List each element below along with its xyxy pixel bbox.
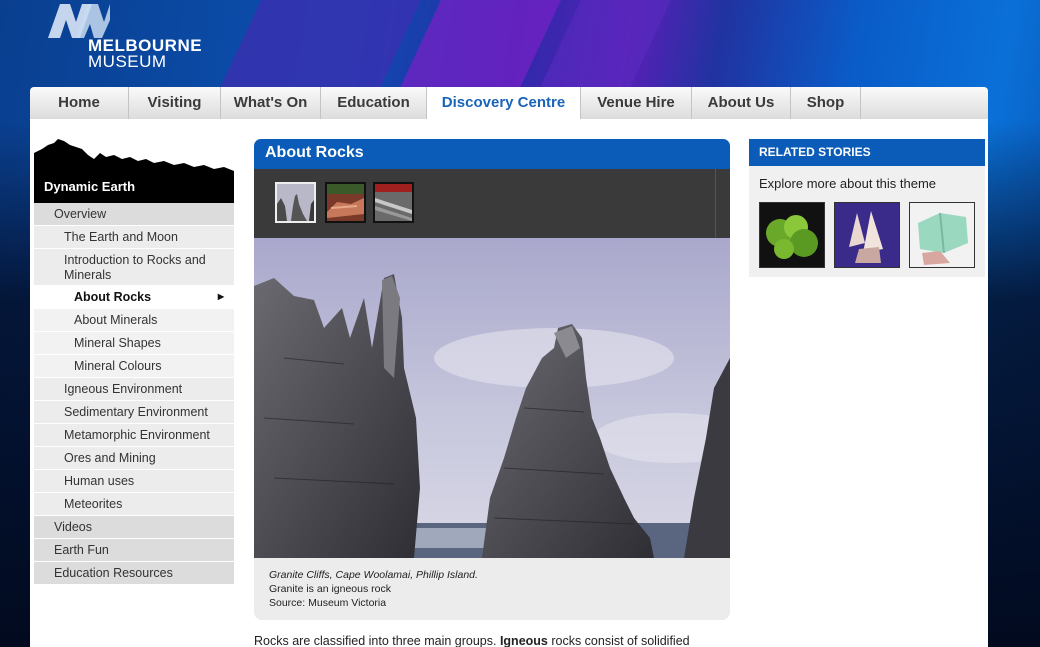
sidebar-item-earth-and-moon[interactable]: The Earth and Moon [34,226,234,249]
arrow-right-icon: ▶ [217,292,224,301]
caption-title: Granite Cliffs, Cape Woolamai, Phillip I… [269,569,478,581]
sidebar-item-metamorphic[interactable]: Metamorphic Environment [34,424,234,447]
sidebar-header: Dynamic Earth [34,139,234,203]
layered-rock-thumb-image [375,184,412,221]
melbourne-museum-logo[interactable]: MELBOURNE MUSEUM [46,0,216,72]
related-title-bold: RELATED [759,145,815,159]
fluorite-mineral-image [910,203,974,267]
related-title-rest: STORIES [814,145,871,159]
quartz-crystal-image [835,203,899,267]
page-content: Dynamic Earth Overview The Earth and Moo… [30,119,988,647]
nav-about-us[interactable]: About Us [692,87,791,119]
main-article: About Rocks Granite Cliffs, Cape Woolama… [254,139,730,647]
related-stories: RELATED STORIES Explore more about this … [749,139,985,277]
caption-description: Granite is an igneous rock [269,583,391,595]
body-text-start: Rocks are classified into three main gro… [254,634,500,647]
sidebar-item-earth-fun[interactable]: Earth Fun [34,539,234,562]
sidebar-item-education-resources[interactable]: Education Resources [34,562,234,585]
sidebar-item-label: Minerals [64,268,112,282]
sidebar-item-intro-rocks-minerals[interactable]: Introduction to Rocks and Minerals [34,249,234,286]
thumbnail-granite-cliffs[interactable] [275,182,316,223]
granite-cliffs-photo [254,238,730,558]
related-stories-header: RELATED STORIES [749,139,985,166]
thumbnail-red-rock[interactable] [325,182,366,223]
caption-source: Source: Museum Victoria [269,597,387,609]
sidebar-item-mineral-shapes[interactable]: Mineral Shapes [34,332,234,355]
sidebar-item-igneous[interactable]: Igneous Environment [34,378,234,401]
sidebar-item-meteorites[interactable]: Meteorites [34,493,234,516]
sidebar-item-ores-mining[interactable]: Ores and Mining [34,447,234,470]
related-story-green-mineral[interactable] [759,202,825,268]
granite-cliffs-thumb-image [277,184,314,221]
sidebar-item-sedimentary[interactable]: Sedimentary Environment [34,401,234,424]
sidebar-item-human-uses[interactable]: Human uses [34,470,234,493]
red-rock-thumb-image [327,184,364,221]
related-story-fluorite[interactable] [909,202,975,268]
main-nav: Home Visiting What's On Education Discov… [30,87,988,119]
nav-whats-on[interactable]: What's On [221,87,321,119]
nav-education[interactable]: Education [321,87,427,119]
sidebar-item-about-minerals[interactable]: About Minerals [34,309,234,332]
sidebar-item-label: About Rocks [74,290,152,304]
thumbnail-layered-rock[interactable] [373,182,414,223]
thumbnail-separator [715,169,716,238]
page-title: About Rocks [254,139,730,169]
nav-venue-hire[interactable]: Venue Hire [581,87,692,119]
nav-visiting[interactable]: Visiting [129,87,221,119]
nav-discovery-centre[interactable]: Discovery Centre [427,87,581,119]
sidebar-item-label: Introduction to Rocks and [64,253,206,267]
related-stories-text: Explore more about this theme [759,176,937,191]
thumbnail-strip [254,169,730,238]
sidebar-item-mineral-colours[interactable]: Mineral Colours [34,355,234,378]
sidebar-item-overview[interactable]: Overview [34,203,234,226]
photo-caption: Granite Cliffs, Cape Woolamai, Phillip I… [254,558,730,620]
logo-line-2: MUSEUM [88,52,167,71]
related-story-crystal[interactable] [834,202,900,268]
nav-shop[interactable]: Shop [791,87,861,119]
body-text-end: rocks consist of solidified [547,634,690,647]
article-body: Rocks are classified into three main gro… [254,634,730,647]
mm-logo-icon [48,4,110,38]
sidebar-title: Dynamic Earth [44,179,136,194]
sidebar-item-videos[interactable]: Videos [34,516,234,539]
sidebar: Dynamic Earth Overview The Earth and Moo… [34,139,234,585]
granite-cliffs-image [254,238,730,558]
body-text-bold: Igneous [499,634,548,647]
sidebar-item-about-rocks[interactable]: About Rocks ▶ [34,286,234,309]
green-mineral-image [760,203,824,267]
nav-home[interactable]: Home [30,87,129,119]
